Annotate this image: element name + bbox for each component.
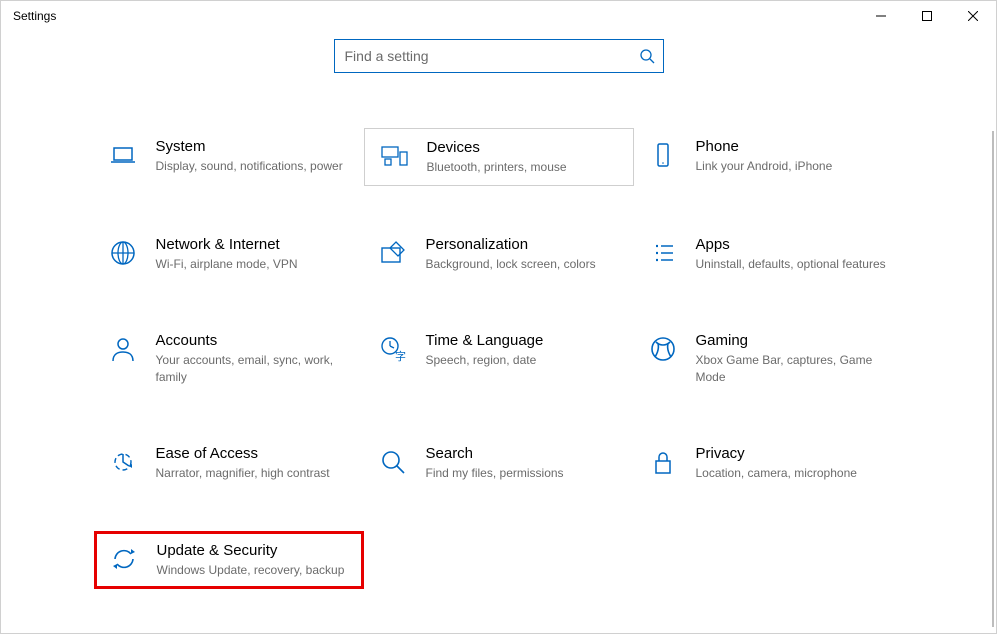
tile-desc: Xbox Game Bar, captures, Game Mode bbox=[696, 352, 890, 384]
tile-text: Apps Uninstall, defaults, optional featur… bbox=[696, 236, 890, 272]
maximize-button[interactable] bbox=[904, 1, 950, 31]
tile-title: Devices bbox=[427, 139, 619, 156]
category-tile-gaming[interactable]: Gaming Xbox Game Bar, captures, Game Mode bbox=[634, 322, 904, 394]
settings-grid: System Display, sound, notifications, pow… bbox=[1, 128, 996, 589]
category-tile-ease[interactable]: Ease of Access Narrator, magnifier, high … bbox=[94, 435, 364, 491]
category-tile-privacy[interactable]: Privacy Location, camera, microphone bbox=[634, 435, 904, 491]
sync-icon bbox=[109, 544, 139, 574]
tile-text: Accounts Your accounts, email, sync, work… bbox=[156, 332, 350, 384]
category-tile-time[interactable]: Time & Language Speech, region, date bbox=[364, 322, 634, 394]
category-tile-accounts[interactable]: Accounts Your accounts, email, sync, work… bbox=[94, 322, 364, 394]
tile-text: Personalization Background, lock screen, … bbox=[426, 236, 620, 272]
tile-title: Search bbox=[426, 445, 620, 462]
category-tile-devices[interactable]: Devices Bluetooth, printers, mouse bbox=[364, 128, 634, 186]
tile-text: Privacy Location, camera, microphone bbox=[696, 445, 890, 481]
ease-icon bbox=[108, 447, 138, 477]
category-tile-apps[interactable]: Apps Uninstall, defaults, optional featur… bbox=[634, 226, 904, 282]
tile-desc: Link your Android, iPhone bbox=[696, 158, 890, 174]
search-container bbox=[1, 39, 996, 73]
tile-text: Ease of Access Narrator, magnifier, high … bbox=[156, 445, 350, 481]
window-controls bbox=[858, 1, 996, 31]
search-box[interactable] bbox=[334, 39, 664, 73]
clock-lang-icon bbox=[378, 334, 408, 364]
tile-text: Search Find my files, permissions bbox=[426, 445, 620, 481]
tile-text: Time & Language Speech, region, date bbox=[426, 332, 620, 368]
globe-icon bbox=[108, 238, 138, 268]
tile-text: Network & Internet Wi-Fi, airplane mode, … bbox=[156, 236, 350, 272]
tile-desc: Display, sound, notifications, power bbox=[156, 158, 350, 174]
tile-title: Update & Security bbox=[157, 542, 349, 559]
tile-title: Ease of Access bbox=[156, 445, 350, 462]
category-tile-personalization[interactable]: Personalization Background, lock screen, … bbox=[364, 226, 634, 282]
minimize-button[interactable] bbox=[858, 1, 904, 31]
tile-title: Phone bbox=[696, 138, 890, 155]
category-tile-phone[interactable]: Phone Link your Android, iPhone bbox=[634, 128, 904, 186]
tile-desc: Windows Update, recovery, backup bbox=[157, 562, 349, 578]
lock-icon bbox=[648, 447, 678, 477]
category-tile-update[interactable]: Update & Security Windows Update, recover… bbox=[94, 531, 364, 589]
devices-icon bbox=[379, 141, 409, 171]
tile-desc: Location, camera, microphone bbox=[696, 465, 890, 481]
pen-monitor-icon bbox=[378, 238, 408, 268]
tile-text: Phone Link your Android, iPhone bbox=[696, 138, 890, 174]
tile-desc: Speech, region, date bbox=[426, 352, 620, 368]
phone-icon bbox=[648, 140, 678, 170]
category-tile-system[interactable]: System Display, sound, notifications, pow… bbox=[94, 128, 364, 186]
magnifier-icon bbox=[378, 447, 408, 477]
search-icon bbox=[639, 48, 655, 64]
tile-text: System Display, sound, notifications, pow… bbox=[156, 138, 350, 174]
scrollbar[interactable] bbox=[992, 131, 994, 627]
close-button[interactable] bbox=[950, 1, 996, 31]
tile-title: Apps bbox=[696, 236, 890, 253]
tile-text: Gaming Xbox Game Bar, captures, Game Mode bbox=[696, 332, 890, 384]
tile-desc: Your accounts, email, sync, work, family bbox=[156, 352, 350, 384]
category-tile-network[interactable]: Network & Internet Wi-Fi, airplane mode, … bbox=[94, 226, 364, 282]
search-input[interactable] bbox=[345, 48, 639, 64]
tile-desc: Background, lock screen, colors bbox=[426, 256, 620, 272]
tile-title: Gaming bbox=[696, 332, 890, 349]
tile-title: Network & Internet bbox=[156, 236, 350, 253]
tile-title: Time & Language bbox=[426, 332, 620, 349]
tile-desc: Wi-Fi, airplane mode, VPN bbox=[156, 256, 350, 272]
laptop-icon bbox=[108, 140, 138, 170]
tile-text: Update & Security Windows Update, recover… bbox=[157, 542, 349, 578]
titlebar: Settings bbox=[1, 1, 996, 31]
tile-desc: Bluetooth, printers, mouse bbox=[427, 159, 619, 175]
tile-desc: Find my files, permissions bbox=[426, 465, 620, 481]
tile-title: Privacy bbox=[696, 445, 890, 462]
list-icon bbox=[648, 238, 678, 268]
tile-text: Devices Bluetooth, printers, mouse bbox=[427, 139, 619, 175]
tile-title: Accounts bbox=[156, 332, 350, 349]
tile-desc: Uninstall, defaults, optional features bbox=[696, 256, 890, 272]
tile-title: System bbox=[156, 138, 350, 155]
xbox-icon bbox=[648, 334, 678, 364]
category-tile-search-cat[interactable]: Search Find my files, permissions bbox=[364, 435, 634, 491]
window-title: Settings bbox=[13, 9, 56, 23]
tile-desc: Narrator, magnifier, high contrast bbox=[156, 465, 350, 481]
content: System Display, sound, notifications, pow… bbox=[1, 31, 996, 589]
tile-title: Personalization bbox=[426, 236, 620, 253]
person-icon bbox=[108, 334, 138, 364]
